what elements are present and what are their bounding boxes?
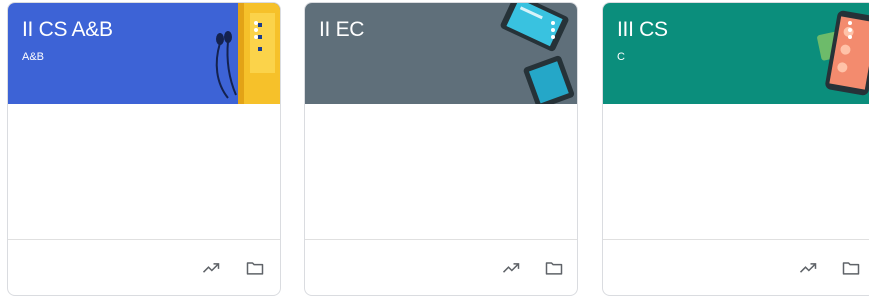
folder-icon[interactable]	[543, 257, 565, 279]
card-body	[8, 104, 280, 242]
more-vert-icon[interactable]	[254, 21, 258, 39]
class-section: C	[617, 51, 625, 63]
class-section: A&B	[22, 51, 45, 63]
class-banner[interactable]: II CS A&B A&B	[8, 3, 280, 104]
class-card[interactable]: II CS A&B A&B	[7, 2, 281, 296]
card-footer	[305, 239, 577, 295]
class-banner[interactable]: II EC	[305, 3, 577, 104]
class-card[interactable]: II EC	[304, 2, 578, 296]
class-title[interactable]: II EC	[319, 18, 364, 42]
tablets-illustration	[500, 3, 575, 104]
phone-illustration	[817, 10, 869, 96]
card-footer	[8, 239, 280, 295]
class-banner[interactable]: III CS C	[603, 3, 869, 104]
card-footer	[603, 239, 869, 295]
trending-up-icon[interactable]	[500, 257, 522, 279]
trending-up-icon[interactable]	[200, 257, 222, 279]
more-vert-icon[interactable]	[551, 21, 555, 39]
more-vert-icon[interactable]	[848, 21, 852, 39]
headphones-notebook-illustration	[215, 3, 280, 104]
folder-icon[interactable]	[244, 257, 266, 279]
card-body	[603, 104, 869, 242]
class-card[interactable]: III CS C	[602, 2, 869, 296]
trending-up-icon[interactable]	[797, 257, 819, 279]
class-title[interactable]: II CS A&B	[22, 18, 113, 42]
folder-icon[interactable]	[840, 257, 862, 279]
card-body	[305, 104, 577, 242]
class-title[interactable]: III CS	[617, 18, 668, 42]
